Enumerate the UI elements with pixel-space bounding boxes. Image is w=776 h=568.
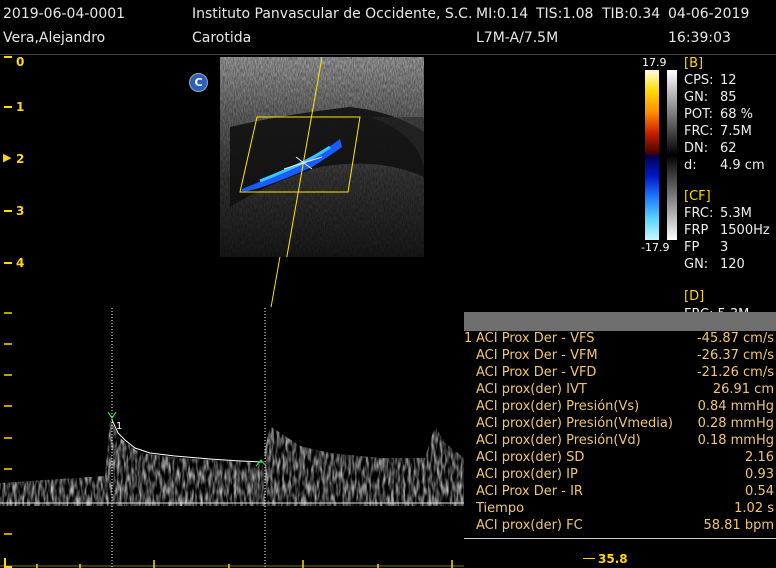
exam-date: 04-06-2019	[668, 6, 750, 22]
cf-param-key: FRP	[684, 223, 709, 238]
depth-tick-mark	[4, 56, 12, 58]
color-scale-positive	[645, 70, 659, 155]
measurement-label: ACI prox(der) IP	[476, 467, 578, 482]
measurement-value: -45.87 cm/s	[696, 331, 774, 346]
measurement-label: ACI prox(der) Presión(Vd)	[476, 433, 641, 448]
bottom-readout-dash	[583, 558, 595, 559]
cf-param-key: GN:	[684, 257, 709, 272]
measurement-label: ACI prox(der) Presión(Vmedia)	[476, 416, 673, 431]
measurement-row[interactable]: ACI Prox Der - VFM -26.37 cm/s	[464, 348, 776, 365]
measurement-panel-header	[464, 312, 776, 331]
cf-param-value: 1500Hz	[720, 223, 770, 238]
institution-name: Instituto Panvascular de Occidente, S.C.	[192, 6, 473, 22]
measurement-row[interactable]: ACI prox(der) Presión(Vmedia) 0.28 mmHg	[464, 416, 776, 433]
measurement-row[interactable]: ACI prox(der) IVT 26.91 cm	[464, 382, 776, 399]
image-mode-badge: C	[189, 73, 208, 92]
measurement-row[interactable]: ACI prox(der) IP 0.93	[464, 467, 776, 484]
measurement-row[interactable]: 1 ACI Prox Der - VFS -45.87 cm/s	[464, 331, 776, 348]
color-scale-min: -17.9	[641, 241, 670, 254]
measurement-value: -21.26 cm/s	[696, 365, 774, 380]
gray-scale-bottom	[667, 155, 677, 240]
focus-marker-icon[interactable]: ▶	[3, 151, 11, 164]
b-param-key: POT:	[684, 107, 713, 122]
cf-param-value: 120	[720, 257, 745, 272]
measurement-row[interactable]: Tiempo 1.02 s	[464, 501, 776, 518]
cf-param-key: FRC:	[684, 206, 714, 221]
b-param-key: DN:	[684, 141, 709, 156]
b-param-key: d:	[684, 158, 697, 173]
header-divider	[0, 54, 776, 55]
measurement-value: 26.91 cm	[712, 382, 774, 397]
peak-marker-icon[interactable]	[107, 411, 117, 420]
depth-tick-mark	[4, 106, 12, 108]
probe-name: L7M-A/7.5M	[476, 30, 559, 46]
measurement-row[interactable]: ACI Prox Der - VFD -21.26 cm/s	[464, 365, 776, 382]
depth-label-3: 3	[16, 204, 25, 218]
b-param-value: 62	[720, 141, 737, 156]
measurement-label: ACI Prox Der - VFM	[476, 348, 598, 363]
bottom-readout: 35.8	[598, 552, 628, 566]
measurement-list: 1 ACI Prox Der - VFS -45.87 cm/s ACI Prox …	[464, 331, 776, 535]
caliper-label: 1	[116, 421, 122, 432]
spectrum-waveform	[0, 420, 464, 506]
cf-param-value: 5.3M	[720, 206, 752, 221]
measurement-row[interactable]: ACI Prox Der - IR 0.54	[464, 484, 776, 501]
depth-tick-mark	[4, 210, 12, 212]
b-param-key: CPS:	[684, 73, 714, 88]
cf-params-title: [CF]	[684, 189, 711, 204]
measurement-label: ACI prox(der) SD	[476, 450, 585, 465]
b-param-key: FRC:	[684, 124, 714, 139]
depth-label-2: 2	[16, 152, 25, 166]
measurement-label: ACI prox(der) Presión(Vs)	[476, 399, 640, 414]
doppler-spectrum[interactable]: 1	[0, 308, 464, 568]
measurement-value: 0.28 mmHg	[697, 416, 774, 431]
measurement-value: -26.37 cm/s	[696, 348, 774, 363]
measurement-value: 0.54	[745, 484, 774, 499]
color-scale-max: 17.9	[642, 56, 667, 69]
b-param-value: 12	[720, 73, 737, 88]
tib-index: TIB:0.34	[602, 6, 661, 22]
b-param-value: 7.5M	[720, 124, 752, 139]
b-param-value: 68 %	[720, 107, 754, 122]
measurement-label: ACI Prox Der - VFD	[476, 365, 597, 380]
b-param-key: GN:	[684, 90, 709, 105]
measurement-row[interactable]: ACI prox(der) SD 2.16	[464, 450, 776, 467]
measurement-row[interactable]: ACI prox(der) FC 58.81 bpm	[464, 518, 776, 535]
measurement-row[interactable]: ACI prox(der) Presión(Vs) 0.84 mmHg	[464, 399, 776, 416]
d-params-title: [D]	[684, 289, 705, 304]
measurement-value: 0.84 mmHg	[697, 399, 774, 414]
measurement-label: ACI prox(der) FC	[476, 518, 583, 533]
measurement-value: 0.93	[745, 467, 774, 482]
b-params-title: [B]	[684, 56, 704, 71]
gray-scale-top	[667, 70, 677, 155]
measurement-label: ACI Prox Der - VFS	[476, 331, 595, 346]
measurement-value: 1.02 s	[734, 501, 774, 516]
patient-id: 2019-06-04-0001	[3, 6, 126, 22]
mi-index: MI:0.14	[476, 6, 529, 22]
measurement-label: ACI prox(der) IVT	[476, 382, 587, 397]
doppler-cursor-extension	[270, 257, 281, 307]
measurement-value: 2.16	[745, 450, 774, 465]
tis-index: TIS:1.08	[536, 6, 594, 22]
measurement-label: Tiempo	[476, 501, 525, 516]
measurement-panel-divider	[464, 538, 776, 539]
measurement-value: 0.18 mmHg	[697, 433, 774, 448]
patient-name: Vera,Alejandro	[3, 30, 106, 46]
measurement-row[interactable]: ACI prox(der) Presión(Vd) 0.18 mmHg	[464, 433, 776, 450]
bmode-image[interactable]	[220, 57, 424, 257]
cf-param-key: FP	[684, 240, 700, 255]
b-param-value: 85	[720, 90, 737, 105]
b-param-value: 4.9 cm	[720, 158, 765, 173]
measurement-value: 58.81 bpm	[703, 518, 774, 533]
depth-label-1: 1	[16, 100, 25, 114]
measurement-index: 1	[464, 331, 473, 346]
depth-label-4: 4	[16, 256, 25, 270]
measurement-label: ACI Prox Der - IR	[476, 484, 583, 499]
exam-type: Carotida	[192, 30, 252, 46]
depth-label-0: 0	[16, 55, 25, 69]
cf-param-value: 3	[720, 240, 729, 255]
depth-tick-mark	[4, 262, 12, 264]
exam-time: 16:39:03	[668, 30, 731, 46]
color-scale-negative	[645, 155, 659, 240]
